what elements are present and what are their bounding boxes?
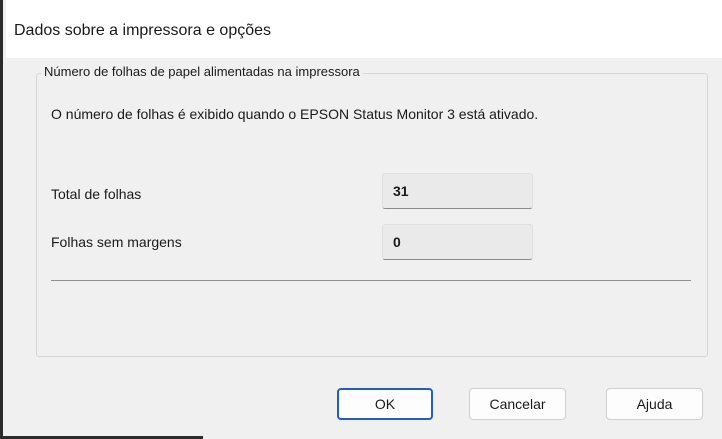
ok-button[interactable]: OK: [337, 388, 433, 420]
borderless-sheets-label: Folhas sem margens: [51, 234, 182, 250]
status-monitor-info-text: O número de folhas é exibido quando o EP…: [51, 106, 539, 122]
total-sheets-label: Total de folhas: [51, 186, 142, 202]
total-sheets-value: 31: [382, 173, 533, 209]
dialog-title: Dados sobre a impressora e opções: [14, 22, 272, 39]
help-button[interactable]: Ajuda: [606, 388, 703, 420]
title-bar: Dados sobre a impressora e opções: [6, 0, 722, 58]
dialog-window: Dados sobre a impressora e opções Número…: [0, 0, 722, 439]
group-legend: Número de folhas de papel alimentadas na…: [41, 64, 363, 79]
cancel-button[interactable]: Cancelar: [469, 388, 566, 420]
separator-line: [51, 280, 691, 281]
borderless-sheets-value: 0: [382, 224, 533, 260]
